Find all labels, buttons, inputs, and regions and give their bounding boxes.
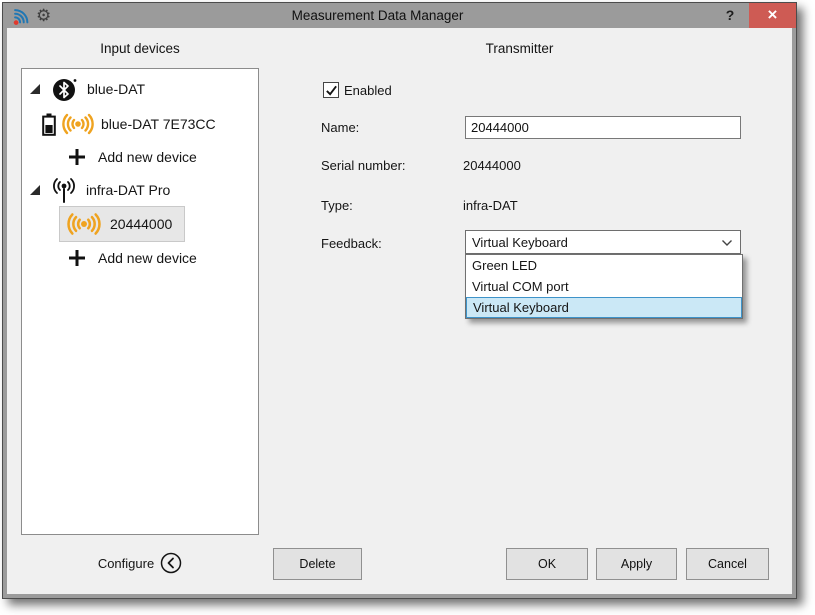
plus-icon [68,249,86,267]
checkmark-icon [325,84,338,97]
feedback-label: Feedback: [321,236,382,251]
transmitter-heading: Transmitter [257,41,782,56]
tree-item-add-new-device-bluetooth[interactable]: Add new device [22,142,258,172]
name-input[interactable] [465,116,741,139]
signal-icon [61,112,95,136]
chevron-left-circle-icon [160,552,182,574]
serial-number-value: 20444000 [463,158,521,173]
dialog-content: Input devices Transmitter blue-DAT [7,28,792,594]
battery-icon [42,113,56,136]
signal-icon [66,211,102,237]
configure-label: Configure [98,556,154,571]
help-button[interactable]: ? [721,3,739,28]
configure-button[interactable]: Configure [21,552,259,574]
selected-item-highlight[interactable]: 20444000 [59,206,185,242]
dropdown-option-virtual-com-port[interactable]: Virtual COM port [466,276,742,297]
dropdown-option-virtual-keyboard-selected[interactable]: Virtual Keyboard [466,297,742,318]
antenna-icon [53,177,75,203]
serial-number-label: Serial number: [321,158,406,173]
measurement-data-manager-window: ⚙ Measurement Data Manager ? × Input dev… [2,2,797,599]
window-title: Measurement Data Manager [3,3,752,28]
type-value: infra-DAT [463,198,518,213]
cancel-button[interactable]: Cancel [686,548,769,580]
tree-item-label: Add new device [98,250,197,266]
enabled-checkbox[interactable] [323,82,339,98]
tree-item-blue-dat[interactable]: blue-DAT [22,74,258,104]
tree-item-label: blue-DAT 7E73CC [101,116,216,132]
chevron-down-icon [722,240,732,246]
tree-item-label: infra-DAT Pro [86,182,170,198]
feedback-combobox[interactable]: Virtual Keyboard [465,230,741,254]
feedback-combobox-value: Virtual Keyboard [472,235,568,250]
expander-icon[interactable] [30,185,40,195]
tree-item-infra-dat-pro[interactable]: infra-DAT Pro [22,175,258,205]
tree-item-label: 20444000 [110,216,172,232]
ok-button[interactable]: OK [506,548,588,580]
enabled-label: Enabled [344,83,392,98]
dropdown-option-green-led[interactable]: Green LED [466,255,742,276]
tree-item-label: blue-DAT [87,81,145,97]
screen: ⚙ Measurement Data Manager ? × Input dev… [0,0,815,615]
bluetooth-icon [53,78,77,101]
apply-button[interactable]: Apply [596,548,677,580]
tree-item-label: Add new device [98,149,197,165]
feedback-dropdown-list: Green LED Virtual COM port Virtual Keybo… [465,254,743,319]
type-label: Type: [321,198,353,213]
tree-item-blue-dat-7e73cc[interactable]: blue-DAT 7E73CC [22,109,258,139]
tree-item-add-new-device-infra[interactable]: Add new device [22,243,258,273]
close-button[interactable]: × [749,3,796,28]
name-label: Name: [321,120,359,135]
title-bar[interactable]: ⚙ Measurement Data Manager ? × [3,3,796,28]
plus-icon [68,148,86,166]
input-devices-tree: blue-DAT [21,68,259,535]
expander-icon[interactable] [30,84,40,94]
tree-item-20444000-selected[interactable]: 20444000 [22,206,258,242]
input-devices-heading: Input devices [21,41,259,56]
delete-button[interactable]: Delete [273,548,362,580]
